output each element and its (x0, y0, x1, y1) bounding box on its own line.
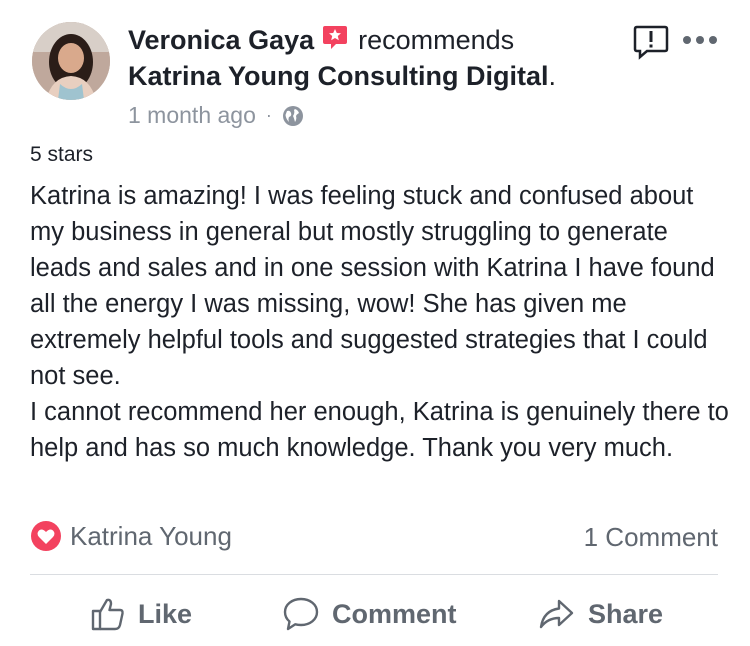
author-name[interactable]: Veronica Gaya (128, 25, 314, 56)
reaction-user-name: Katrina Young (70, 520, 232, 551)
reactions-summary[interactable]: Katrina Young (30, 520, 232, 552)
header-line: Veronica Gaya recommends (128, 22, 630, 58)
comment-label: Comment (332, 598, 457, 629)
post-header: Veronica Gaya recommends Katrina Young C… (128, 22, 630, 129)
heart-icon (31, 521, 61, 551)
post-meta: 1 month ago · (128, 102, 630, 129)
more-options-icon[interactable] (682, 34, 718, 46)
share-button[interactable]: Share (538, 596, 663, 632)
recommends-text: recommends (358, 24, 515, 55)
comment-bubble-icon (283, 597, 319, 631)
comment-count-link[interactable]: 1 Comment (584, 522, 718, 553)
comment-button[interactable]: Comment (282, 596, 457, 632)
actions-divider (30, 574, 718, 575)
share-label: Share (588, 598, 664, 629)
avatar-image (32, 22, 110, 100)
globe-icon[interactable] (282, 105, 304, 127)
share-arrow-icon (539, 599, 574, 629)
thumbs-up-icon (91, 598, 124, 631)
author-avatar[interactable] (32, 22, 110, 100)
page-line: Katrina Young Consulting Digital. (128, 58, 630, 94)
post-timestamp[interactable]: 1 month ago (128, 102, 256, 129)
meta-separator: · (265, 105, 272, 125)
report-icon[interactable] (633, 24, 669, 60)
like-label: Like (138, 598, 193, 629)
action-bar: Like Comment Share (0, 590, 750, 646)
review-text: Katrina is amazing! I was feeling stuck … (30, 182, 729, 462)
page-suffix: . (548, 61, 557, 91)
recommend-badge-icon (323, 26, 348, 49)
like-button[interactable]: Like (90, 596, 192, 632)
rating-label: 5 stars (30, 143, 94, 166)
page-name-link[interactable]: Katrina Young Consulting Digital (128, 61, 549, 91)
